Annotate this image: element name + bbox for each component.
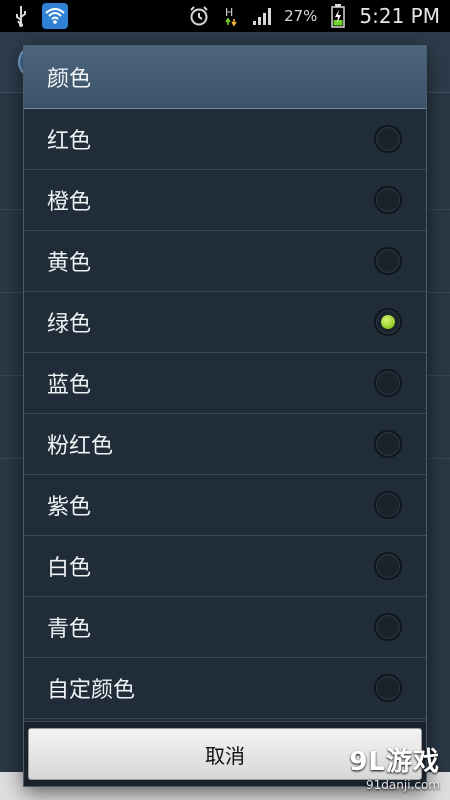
color-option[interactable]: 红色 [24,109,426,170]
option-label: 粉红色 [47,434,114,459]
option-label: 黄色 [47,251,92,276]
battery-charging-icon [327,4,349,28]
color-picker-dialog: 颜色 红色 橙色 黄色 绿色 蓝色 粉红色 紫色 白色 青色 自定颜色 取消 [24,46,426,786]
color-option[interactable]: 黄色 [24,231,426,292]
screen: H 27% 5:21 PM 颜色 红色 橙色 黄色 绿色 蓝色 粉红色 紫色 白… [0,0,450,800]
radio-button-selected[interactable] [374,308,402,336]
radio-button[interactable] [374,430,402,458]
radio-button[interactable] [374,552,402,580]
signal-icon [252,5,274,27]
option-label: 橙色 [47,190,92,215]
option-label: 自定颜色 [47,678,136,703]
radio-button[interactable] [374,125,402,153]
option-label: 青色 [47,617,92,642]
radio-button[interactable] [374,491,402,519]
usb-icon [10,5,32,27]
status-bar-right: H 27% 5:21 PM [188,4,440,28]
option-label: 白色 [47,556,92,581]
network-type-label: H [225,6,233,19]
color-option[interactable]: 紫色 [24,475,426,536]
status-bar: H 27% 5:21 PM [0,0,450,32]
battery-percent: 27% [284,7,318,25]
color-option[interactable]: 自定颜色 [24,658,426,719]
watermark-logo-text: 9L游戏 [349,747,440,777]
radio-button[interactable] [374,369,402,397]
option-label: 紫色 [47,495,92,520]
color-option[interactable]: 白色 [24,536,426,597]
option-label: 红色 [47,129,92,154]
radio-button[interactable] [374,186,402,214]
option-label: 蓝色 [47,373,92,398]
alarm-icon [188,5,210,27]
watermark-url: 91danji.com [366,778,440,792]
color-option[interactable]: 橙色 [24,170,426,231]
color-option[interactable]: 粉红色 [24,414,426,475]
color-option-list: 红色 橙色 黄色 绿色 蓝色 粉红色 紫色 白色 青色 自定颜色 [24,109,426,719]
color-option[interactable]: 青色 [24,597,426,658]
dialog-title: 颜色 [24,46,426,109]
status-bar-left [10,3,68,29]
radio-button[interactable] [374,613,402,641]
clock: 5:21 PM [359,4,440,28]
color-option-selected[interactable]: 绿色 [24,292,426,353]
watermark: 9L游戏 91danji.com [349,741,440,792]
option-label: 绿色 [47,312,92,337]
data-h-icon: H [220,5,242,27]
color-option[interactable]: 蓝色 [24,353,426,414]
radio-button[interactable] [374,674,402,702]
wifi-icon [42,3,68,29]
radio-button[interactable] [374,247,402,275]
